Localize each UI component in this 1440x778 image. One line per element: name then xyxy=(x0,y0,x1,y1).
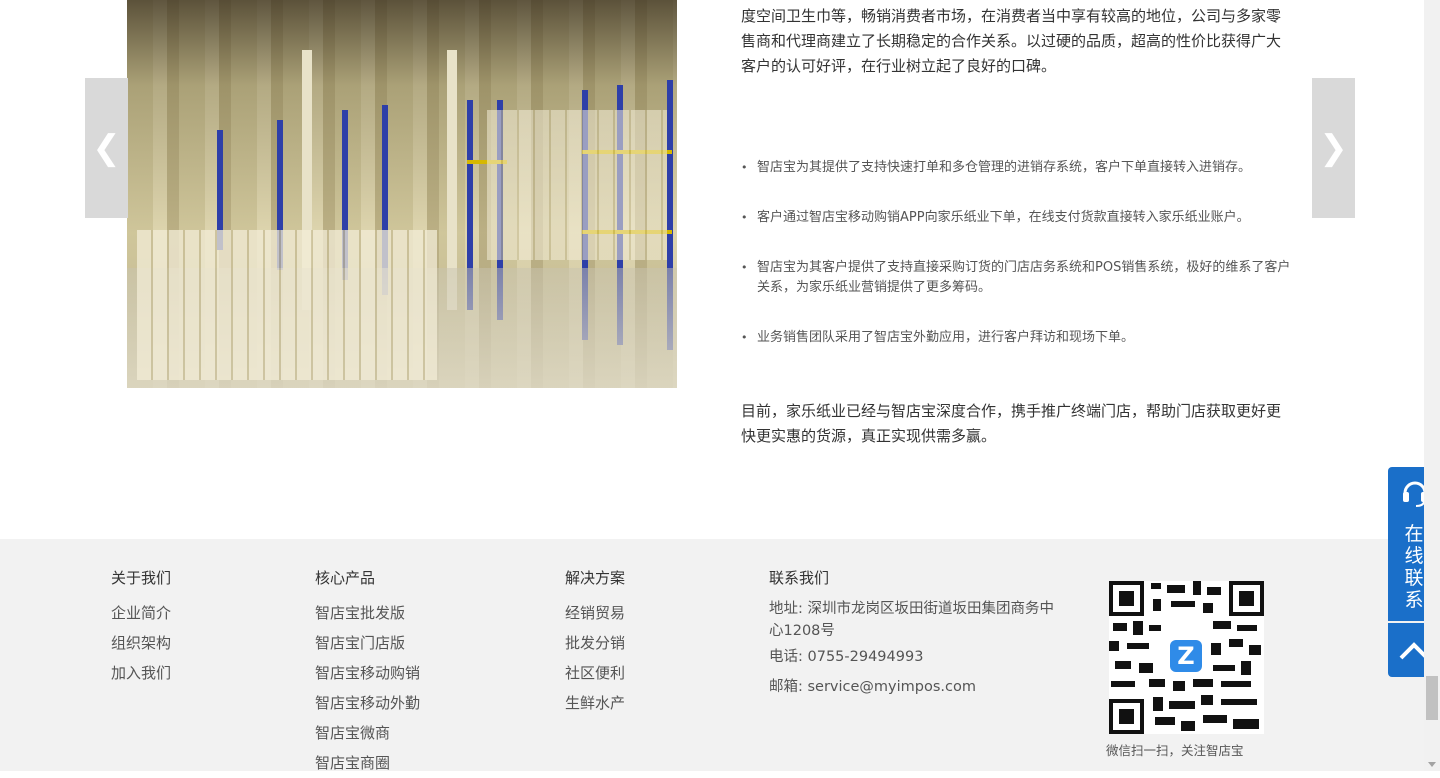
contact-phone: 电话: 0755-29494993 xyxy=(769,649,924,665)
wechat-qr-code: Z xyxy=(1109,581,1264,734)
qr-finder xyxy=(1229,581,1264,616)
footer-column-about: 关于我们 企业简介 组织架构 加入我们 xyxy=(111,568,171,688)
contact-address: 地址: 深圳市龙岗区坂田街道坂田集团商务中心1208号 xyxy=(769,601,1054,639)
slider-prev-button[interactable]: ❮ xyxy=(85,78,128,218)
footer-column-solutions: 解决方案 经销贸易 批发分销 社区便利 生鲜水产 xyxy=(565,568,625,718)
footer-heading: 联系我们 xyxy=(769,569,830,587)
footer-heading: 核心产品 xyxy=(315,569,376,587)
footer-column-products: 核心产品 智店宝批发版 智店宝门店版 智店宝移动购销 智店宝移动外勤 智店宝微商… xyxy=(315,568,420,778)
footer-link[interactable]: 智店宝移动外勤 xyxy=(315,688,420,718)
footer-link[interactable]: 经销贸易 xyxy=(565,598,625,628)
footer-link[interactable]: 智店宝微商 xyxy=(315,718,420,748)
footer-link[interactable]: 组织架构 xyxy=(111,628,171,658)
footer-link[interactable]: 智店宝移动购销 xyxy=(315,658,420,688)
feature-list-item: 智店宝为其提供了支持快速打单和多仓管理的进销存系统，客户下单直接转入进销存。 xyxy=(741,158,1291,178)
footer-link[interactable]: 生鲜水产 xyxy=(565,688,625,718)
scroll-down-arrow-icon[interactable] xyxy=(1428,762,1436,767)
photo-boxes xyxy=(487,110,667,260)
case-intro-text: 度空间卫生巾等，畅销消费者市场，在消费者当中享有较高的地位，公司与多家零售商和代… xyxy=(741,7,1282,75)
feature-list-item: 智店宝为其客户提供了支持直接采购订货的门店店务系统和POS销售系统，极好的维系了… xyxy=(741,258,1291,298)
warehouse-photo xyxy=(127,0,677,388)
footer-link[interactable]: 批发分销 xyxy=(565,628,625,658)
feature-list-item: 业务销售团队采用了智店宝外勤应用，进行客户拜访和现场下单。 xyxy=(741,328,1291,348)
footer-link[interactable]: 智店宝门店版 xyxy=(315,628,420,658)
page-scrollbar[interactable] xyxy=(1424,0,1440,771)
footer-link[interactable]: 智店宝商圈 xyxy=(315,748,420,778)
qr-finder xyxy=(1109,581,1144,616)
slider-next-button[interactable]: ❯ xyxy=(1312,78,1355,218)
qr-finder xyxy=(1109,699,1144,734)
feature-list-item: 客户通过智店宝移动购销APP向家乐纸业下单，在线支付货款直接转入家乐纸业账户。 xyxy=(741,208,1291,228)
zhidianbao-logo-icon: Z xyxy=(1167,637,1205,675)
footer-heading: 关于我们 xyxy=(111,569,172,587)
footer-link[interactable]: 企业简介 xyxy=(111,598,171,628)
footer-link[interactable]: 加入我们 xyxy=(111,658,171,688)
feature-list: 智店宝为其提供了支持快速打单和多仓管理的进销存系统，客户下单直接转入进销存。 客… xyxy=(741,158,1291,378)
footer-link[interactable]: 智店宝批发版 xyxy=(315,598,420,628)
footer-link[interactable]: 社区便利 xyxy=(565,658,625,688)
site-footer: 关于我们 企业简介 组织架构 加入我们 核心产品 智店宝批发版 智店宝门店版 智… xyxy=(0,539,1424,772)
scrollbar-thumb[interactable] xyxy=(1426,676,1438,720)
photo-boxes xyxy=(137,230,437,380)
case-closing-text: 目前，家乐纸业已经与智店宝深度合作，携手推广终端门店，帮助门店获取更好更快更实惠… xyxy=(741,402,1282,445)
contact-email: 邮箱: service@myimpos.com xyxy=(769,679,977,695)
qr-caption: 微信扫一扫，关注智店宝 xyxy=(1106,743,1244,758)
footer-column-contact: 联系我们 地址: 深圳市龙岗区坂田街道坂田集团商务中心1208号 电话: 075… xyxy=(769,568,1054,698)
footer-heading: 解决方案 xyxy=(565,569,626,587)
